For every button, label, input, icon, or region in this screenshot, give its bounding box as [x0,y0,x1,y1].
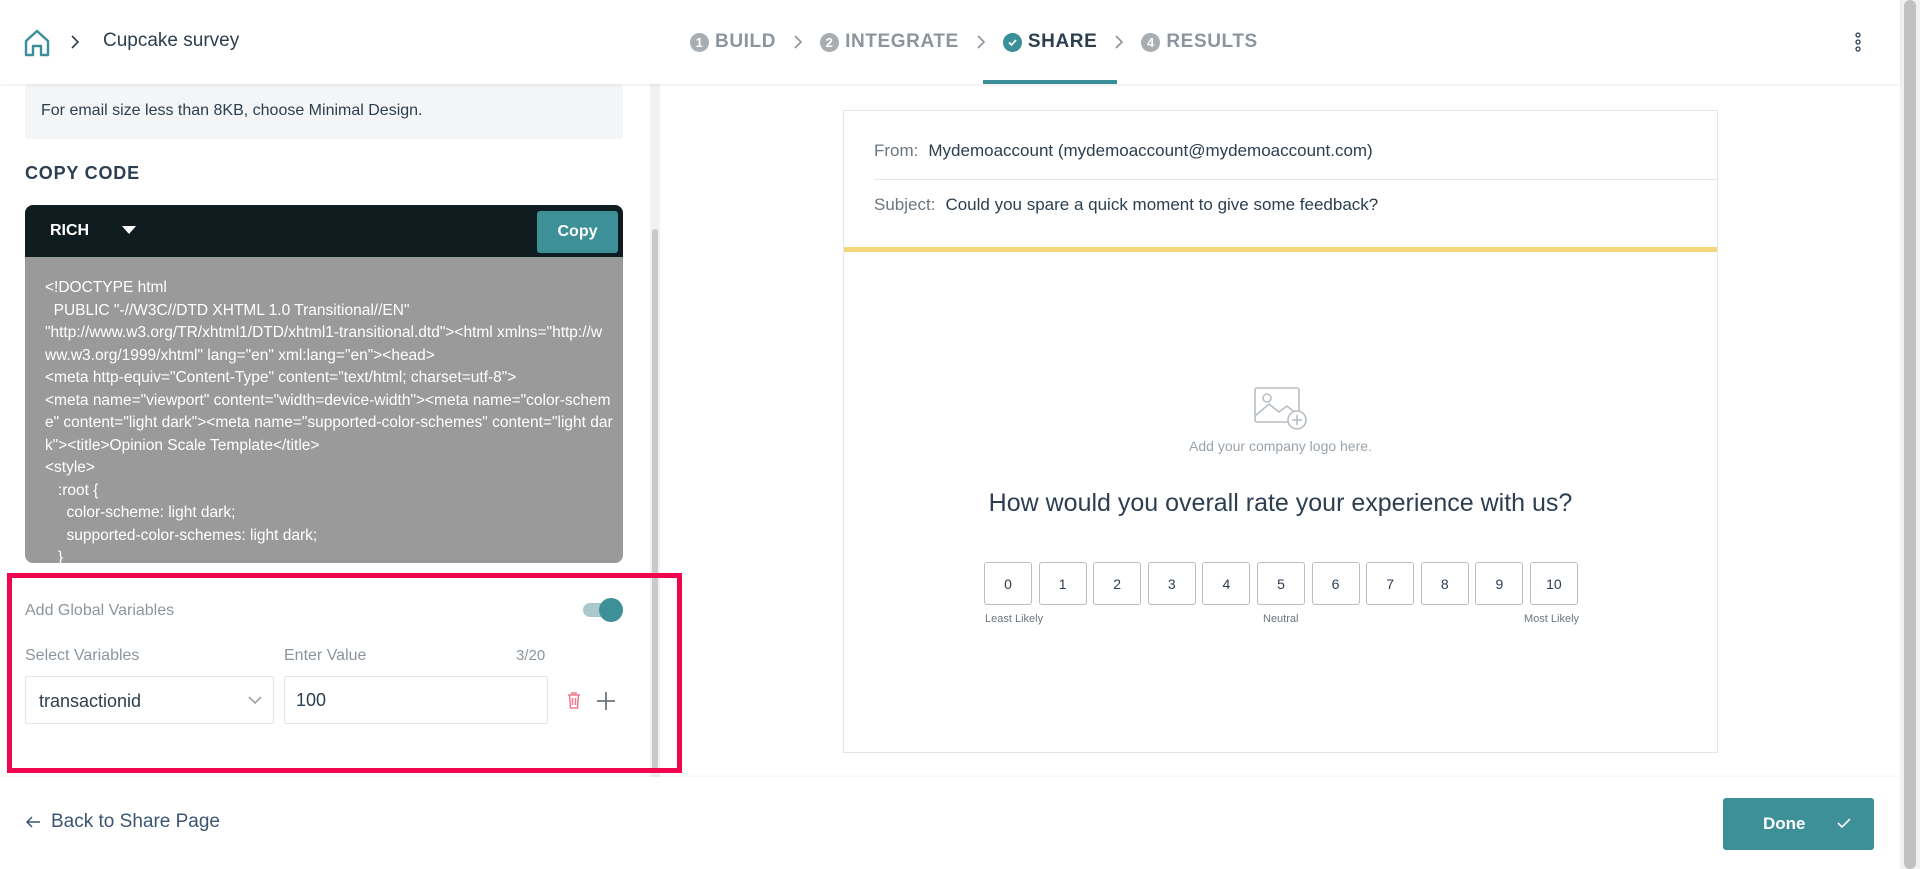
home-icon[interactable] [22,28,52,58]
variable-select-value: transactionid [39,691,142,711]
scale-option[interactable]: 10 [1529,562,1578,605]
select-variables-label: Select Variables [25,647,140,664]
trash-icon[interactable] [564,690,584,710]
divider [874,179,1717,180]
step-share[interactable]: SHARE [982,0,1117,84]
scale-low-label: Least Likely [985,613,1044,625]
step-number: 4 [1141,32,1161,52]
plus-icon[interactable] [595,690,617,712]
code-panel: For email size less than 8KB, choose Min… [0,84,660,777]
step-label: SHARE [1027,31,1098,52]
chevron-right-icon [71,35,80,49]
char-count: 3/20 [516,647,546,664]
top-bar: Cupcake survey 1 BUILD 2 INTEGRATE SHARE… [0,0,1900,84]
toggle-knob [599,598,623,622]
accent-bar [844,247,1717,252]
info-box: For email size less than 8KB, choose Min… [25,84,623,139]
scale-mid-label: Neutral [1263,613,1299,625]
scale-option[interactable]: 9 [1475,562,1524,605]
scale-option[interactable]: 2 [1093,562,1142,605]
variable-value-input[interactable] [284,676,548,724]
scale-option[interactable]: 1 [1038,562,1087,605]
copy-button[interactable]: Copy [537,211,618,253]
code-block[interactable]: <!DOCTYPE html PUBLIC "-//W3C//DTD XHTML… [25,257,623,563]
subject-row: Subject: Could you spare a quick moment t… [874,195,1378,215]
scale-high-label: Most Likely [1524,613,1580,625]
done-button[interactable]: Done [1723,798,1874,850]
global-variables-toggle[interactable] [583,598,623,622]
from-row: From: Mydemoaccount (mydemoaccount@mydemo… [874,141,1373,161]
step-label: INTEGRATE [845,31,959,52]
variable-select[interactable]: transactionid [25,676,274,724]
scale-option[interactable]: 4 [1202,562,1251,605]
email-preview: From: Mydemoaccount (mydemoaccount@mydemo… [843,110,1718,753]
caret-down-icon[interactable] [122,226,136,234]
step-build[interactable]: 1 BUILD [690,0,776,84]
check-icon [1002,32,1022,52]
step-number: 2 [820,32,840,52]
survey-title: Cupcake survey [103,30,240,51]
scale-option[interactable]: 3 [1147,562,1196,605]
chevron-down-icon [248,696,262,705]
from-key: From: [874,141,919,160]
opinion-scale: 0 1 2 3 4 5 6 7 8 9 10 [984,562,1585,605]
arrow-left-icon [25,816,40,828]
subject-key: Subject: [874,195,936,214]
back-to-share-link[interactable]: Back to Share Page [25,811,220,833]
code-toolbar: RICH Copy [25,205,623,257]
step-integrate[interactable]: 2 INTEGRATE [820,0,959,84]
subject-value: Could you spare a quick moment to give s… [945,195,1379,214]
question-text: How would you overall rate your experien… [988,489,1573,517]
image-placeholder-icon[interactable] [1253,384,1309,432]
scale-option[interactable]: 5 [1256,562,1305,605]
chevron-right-icon [977,35,985,49]
chevron-right-icon [1115,35,1124,49]
scale-option[interactable]: 7 [1366,562,1415,605]
step-label: RESULTS [1166,31,1258,52]
more-options-icon[interactable] [1850,30,1866,54]
scale-option[interactable]: 6 [1311,562,1360,605]
footer: Back to Share Page Done [0,777,1900,869]
panel-scrollbar[interactable] [652,229,658,769]
page-scrollbar[interactable] [1904,0,1916,869]
from-value: Mydemoaccount (mydemoaccount@mydemoaccou… [928,141,1373,160]
chevron-right-icon [794,35,803,49]
done-label: Done [1763,814,1806,833]
step-label: BUILD [715,31,777,52]
info-text: For email size less than 8KB, choose Min… [41,102,423,119]
step-results[interactable]: 4 RESULTS [1141,0,1257,84]
scale-option[interactable]: 8 [1420,562,1469,605]
step-number: 1 [690,32,709,52]
copy-code-heading: COPY CODE [25,163,140,183]
check-icon [1837,818,1851,829]
code-text: <!DOCTYPE html PUBLIC "-//W3C//DTD XHTML… [45,279,613,563]
enter-value-label: Enter Value [284,647,367,664]
back-link-label: Back to Share Page [51,811,220,832]
scale-option[interactable]: 0 [984,562,1032,605]
format-select[interactable]: RICH [50,222,89,240]
logo-placeholder-text: Add your company logo here. [1189,438,1372,454]
step-nav: 1 BUILD 2 INTEGRATE SHARE 4 RESULTS [690,0,1258,84]
global-variables-label: Add Global Variables [25,602,175,619]
